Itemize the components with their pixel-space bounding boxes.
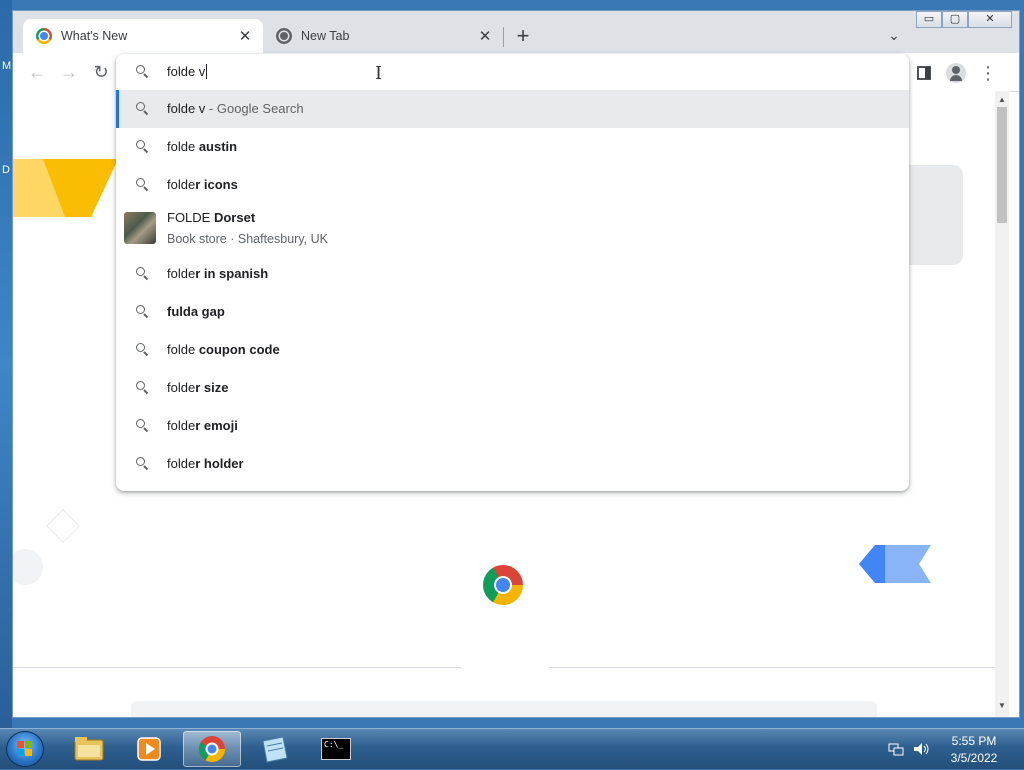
desktop-icon-label: M	[2, 60, 12, 72]
tab-title: What's New	[61, 29, 128, 43]
profile-avatar-icon[interactable]	[945, 62, 967, 84]
maximize-button[interactable]: ▢	[942, 11, 968, 28]
suggestion-row[interactable]: folder in spanish	[116, 255, 909, 293]
start-button[interactable]	[6, 731, 44, 767]
suggestion-row[interactable]: folde coupon code	[116, 331, 909, 369]
minimize-button[interactable]: ▭	[916, 11, 942, 28]
suggestion-label: folde v - Google Search	[167, 101, 304, 116]
search-icon	[135, 456, 151, 472]
suggestion-row[interactable]: folder icons	[116, 166, 909, 204]
omnibox-dropdown: folde v folde v - Google Search folde au…	[116, 54, 909, 491]
search-icon	[135, 304, 151, 320]
text-caret	[206, 64, 208, 79]
scroll-down-arrow-icon[interactable]: ▼	[995, 699, 1009, 713]
chrome-logo-icon	[483, 565, 523, 605]
taskbar: C:\_ 5:55 PM 3/5/2022	[0, 728, 1024, 769]
avatar	[946, 63, 966, 83]
decorative-yellow-shape	[13, 159, 118, 217]
suggestion-label: folder size	[167, 380, 229, 395]
tab-whats-new[interactable]: What's New ✕	[23, 19, 263, 53]
tab-strip: What's New ✕ New Tab ✕ + ⌄ ▭ ▢ ✕	[13, 11, 1019, 53]
suggestion-label: fulda gap	[167, 304, 225, 319]
place-thumbnail-image	[124, 212, 156, 244]
suggestion-label: FOLDE Dorset	[167, 210, 256, 225]
chrome-favicon-icon	[36, 28, 52, 44]
suggestion-row[interactable]: folde v - Google Search	[116, 90, 909, 128]
close-tab-icon[interactable]: ✕	[475, 27, 495, 45]
decorative-blue-flag	[859, 545, 931, 583]
desktop-icon-label: D	[2, 164, 10, 176]
close-window-button[interactable]: ✕	[968, 11, 1012, 28]
search-icon	[135, 139, 151, 155]
search-icon	[135, 418, 151, 434]
new-tab-button[interactable]: +	[511, 25, 535, 49]
forward-button[interactable]: →	[59, 62, 79, 82]
taskbar-notepad[interactable]	[245, 731, 303, 767]
omnibox-text[interactable]: folde v	[167, 64, 208, 79]
taskbar-command-prompt[interactable]: C:\_	[307, 731, 365, 767]
suggestion-row[interactable]: folder emoji	[116, 407, 909, 445]
suggestion-row[interactable]: folder holder	[116, 445, 909, 483]
network-icon[interactable]	[888, 741, 904, 760]
clock-time: 5:55 PM	[951, 734, 997, 748]
tab-search-chevron-icon[interactable]: ⌄	[883, 27, 905, 47]
taskbar-media-player[interactable]	[120, 731, 178, 767]
taskbar-chrome[interactable]	[183, 731, 241, 767]
text-cursor-icon: I	[375, 63, 383, 84]
suggestion-label: folder emoji	[167, 418, 238, 433]
suggestion-label: folder in spanish	[167, 266, 269, 281]
divider-line	[549, 667, 995, 668]
side-panel-icon[interactable]	[913, 62, 935, 84]
volume-icon[interactable]	[912, 741, 930, 760]
suggestion-label: folde coupon code	[167, 342, 280, 357]
search-icon	[135, 101, 151, 117]
command-prompt-icon: C:\_	[321, 738, 351, 760]
taskbar-explorer[interactable]	[60, 731, 118, 767]
close-tab-icon[interactable]: ✕	[235, 27, 255, 45]
suggestion-row[interactable]: folde austin	[116, 128, 909, 166]
clock-date: 3/5/2022	[950, 751, 998, 765]
search-icon	[135, 266, 151, 282]
suggestion-row-place[interactable]: FOLDE Dorset Book store · Shaftesbury, U…	[116, 204, 909, 256]
bottom-card	[131, 701, 877, 717]
scroll-up-arrow-icon[interactable]: ▲	[995, 93, 1009, 107]
tab-new-tab[interactable]: New Tab ✕	[263, 19, 503, 53]
divider-line	[13, 667, 461, 668]
suggestion-row[interactable]: fulda gap	[116, 293, 909, 331]
search-icon	[135, 177, 151, 193]
suggestion-label: folder icons	[167, 177, 238, 192]
suggestion-row[interactable]: folder size	[116, 369, 909, 407]
tab-title: New Tab	[301, 29, 350, 43]
more-menu-icon[interactable]: ⋮	[977, 62, 999, 84]
suggestion-label: folder holder	[167, 456, 244, 471]
chrome-favicon-icon	[276, 28, 292, 44]
search-icon	[135, 64, 151, 80]
clock[interactable]: 5:55 PM 3/5/2022	[944, 734, 1004, 765]
windows-logo-icon	[17, 741, 33, 757]
back-button[interactable]: ←	[27, 62, 47, 82]
browser-window: What's New ✕ New Tab ✕ + ⌄ ▭ ▢ ✕ ← → ↻ ⋮	[12, 10, 1020, 718]
suggestion-subtitle: Book store · Shaftesbury, UK	[167, 232, 328, 246]
scrollbar-thumb[interactable]	[997, 107, 1007, 223]
selection-indicator	[116, 90, 119, 128]
omnibox-input[interactable]: folde v	[116, 54, 909, 90]
decorative-circle	[13, 549, 43, 585]
decorative-diamond	[46, 509, 80, 543]
suggestion-label: folde austin	[167, 139, 238, 154]
search-icon	[135, 380, 151, 396]
desktop-background	[0, 0, 12, 728]
tab-divider	[503, 27, 504, 47]
search-icon	[135, 342, 151, 358]
reload-button[interactable]: ↻	[91, 62, 111, 82]
